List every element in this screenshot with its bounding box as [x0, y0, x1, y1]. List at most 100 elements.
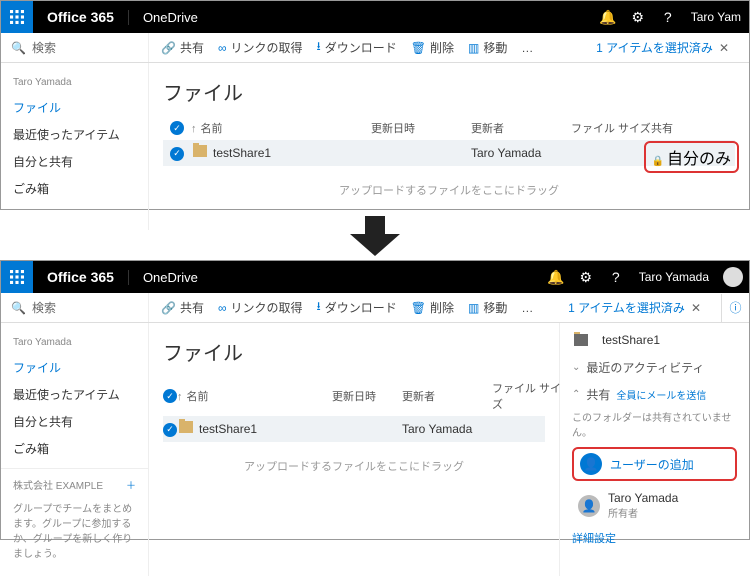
details-toggle[interactable]: ⓘ	[721, 294, 749, 322]
folder-icon	[179, 421, 193, 433]
get-link-button[interactable]: ∞リンクの取得	[218, 299, 303, 316]
col-date[interactable]: 更新日時	[371, 120, 471, 136]
user-name[interactable]: Taro Yam	[683, 10, 749, 24]
app-launcher[interactable]	[1, 1, 33, 33]
sidebar-item-recent[interactable]: 最近使ったアイテム	[1, 121, 148, 148]
col-user[interactable]: 更新者	[471, 120, 571, 136]
mail-all-link[interactable]: 全員にメールを送信	[616, 387, 706, 402]
search-icon: 🔍	[11, 301, 26, 315]
select-all[interactable]: ✓	[163, 121, 191, 135]
file-name[interactable]: testShare1	[213, 146, 271, 160]
sidebar: Taro Yamada ファイル 最近使ったアイテム 自分と共有 ごみ箱 株式会…	[1, 323, 149, 576]
col-name[interactable]: 名前	[201, 123, 223, 135]
sidebar-item-shared[interactable]: 自分と共有	[1, 408, 148, 435]
table-row[interactable]: ✓ testShare1 Taro Yamada	[163, 416, 545, 442]
advanced-link[interactable]: 詳細設定	[572, 530, 737, 546]
sidebar-owner: Taro Yamada	[1, 333, 148, 354]
main-area: ファイル ✓ ↑ 名前 更新日時 更新者 ファイル サイズ ✓ testShare…	[149, 323, 559, 576]
search-placeholder: 検索	[32, 39, 56, 56]
app-name: OneDrive	[128, 10, 212, 25]
delete-button[interactable]: 🗑削除	[411, 299, 454, 316]
row-check-icon[interactable]: ✓	[163, 423, 177, 437]
add-group-icon[interactable]: ＋	[126, 479, 136, 494]
download-icon: ⭳	[317, 37, 321, 58]
col-date[interactable]: 更新日時	[332, 388, 402, 404]
download-icon: ⭳	[317, 297, 321, 318]
add-user-label: ユーザーの追加	[610, 456, 694, 473]
owner-role: 所有者	[608, 505, 678, 520]
owner-name: Taro Yamada	[608, 491, 678, 505]
share-icon: 🔗	[161, 41, 176, 55]
not-shared-note: このフォルダーは共有されていません。	[572, 409, 737, 439]
sidebar-item-recycle[interactable]: ごみ箱	[1, 175, 148, 202]
section-share: ⌃ 共有 全員にメールを送信 このフォルダーは共有されていません。 👤 ユーザー…	[572, 386, 737, 546]
col-size[interactable]: ファイル サイズ	[492, 380, 562, 412]
sidebar-item-files[interactable]: ファイル	[1, 94, 148, 121]
get-link-button[interactable]: ∞リンクの取得	[218, 39, 303, 56]
avatar[interactable]	[723, 267, 743, 287]
help-icon[interactable]: ?	[601, 269, 631, 285]
sidebar-item-files[interactable]: ファイル	[1, 354, 148, 381]
search-placeholder: 検索	[32, 299, 56, 316]
activity-label: 最近のアクティビティ	[586, 359, 704, 376]
share-icon: 🔗	[161, 301, 176, 315]
help-icon[interactable]: ?	[653, 9, 683, 25]
move-button[interactable]: ▥移動	[468, 39, 507, 56]
more-button[interactable]: …	[521, 301, 533, 315]
download-button[interactable]: ⭳ダウンロード	[317, 37, 397, 58]
sidebar-item-recent[interactable]: 最近使ったアイテム	[1, 381, 148, 408]
table-header: ✓ ↑名前 更新日時 更新者 ファイル サイズ	[163, 376, 545, 416]
settings-icon[interactable]: ⚙	[571, 269, 601, 286]
col-user[interactable]: 更新者	[402, 388, 492, 404]
top-bar: Office 365 OneDrive 🔔 ⚙ ? Taro Yamada	[1, 261, 749, 293]
sort-arrow-icon[interactable]: ↑	[191, 123, 197, 135]
settings-icon[interactable]: ⚙	[623, 9, 653, 26]
sort-arrow-icon[interactable]: ↑	[177, 391, 183, 403]
link-icon: ∞	[218, 301, 227, 315]
col-name[interactable]: 名前	[187, 391, 209, 403]
add-user-button[interactable]: 👤 ユーザーの追加	[572, 447, 737, 481]
top-bar: Office 365 OneDrive 🔔 ⚙ ? Taro Yam	[1, 1, 749, 33]
search-input[interactable]: 🔍 検索	[1, 293, 149, 322]
brand[interactable]: Office 365	[33, 9, 128, 25]
folder-icon	[193, 145, 207, 157]
sidebar-item-shared[interactable]: 自分と共有	[1, 148, 148, 175]
move-button[interactable]: ▥移動	[468, 299, 507, 316]
page-title: ファイル	[163, 337, 545, 366]
row-check-icon[interactable]: ✓	[170, 147, 184, 161]
delete-icon: 🗑	[411, 41, 426, 55]
move-icon: ▥	[468, 41, 479, 55]
add-user-icon: 👤	[580, 453, 602, 475]
col-size[interactable]: ファイル サイズ	[571, 120, 651, 136]
owner-row: 👤 Taro Yamada 所有者	[572, 489, 737, 522]
app-name: OneDrive	[128, 270, 212, 285]
clear-selection-icon[interactable]: ✕	[719, 41, 729, 55]
table-header: ✓ ↑ 名前 更新日時 更新者 ファイル サイズ 共有	[163, 116, 735, 140]
brand[interactable]: Office 365	[33, 269, 128, 285]
notifications-icon[interactable]: 🔔	[593, 9, 623, 26]
lock-icon: 🔒	[652, 156, 664, 167]
col-share[interactable]: 共有	[651, 120, 721, 136]
share-label: 共有	[586, 386, 610, 403]
search-input[interactable]: 🔍 検索	[1, 33, 149, 62]
share-only-highlight: 🔒自分のみ	[644, 141, 739, 173]
clear-selection-icon[interactable]: ✕	[691, 301, 701, 315]
notifications-icon[interactable]: 🔔	[541, 269, 571, 286]
delete-icon: 🗑	[411, 301, 426, 315]
sidebar: Taro Yamada ファイル 最近使ったアイテム 自分と共有 ごみ箱	[1, 63, 149, 230]
more-button[interactable]: …	[521, 41, 533, 55]
share-status: 自分のみ	[667, 151, 731, 168]
delete-button[interactable]: 🗑削除	[411, 39, 454, 56]
selection-info: 1 アイテムを選択済み ✕	[596, 39, 737, 56]
chevron-up-icon: ⌃	[572, 389, 580, 400]
select-all[interactable]: ✓	[163, 389, 177, 403]
share-button[interactable]: 🔗共有	[161, 299, 204, 316]
sidebar-item-recycle[interactable]: ごみ箱	[1, 435, 148, 462]
user-name[interactable]: Taro Yamada	[631, 270, 717, 284]
person-icon: 👤	[578, 495, 600, 517]
share-button[interactable]: 🔗共有	[161, 39, 204, 56]
file-name[interactable]: testShare1	[199, 422, 257, 436]
app-launcher[interactable]	[1, 261, 33, 293]
download-button[interactable]: ⭳ダウンロード	[317, 297, 397, 318]
move-icon: ▥	[468, 301, 479, 315]
